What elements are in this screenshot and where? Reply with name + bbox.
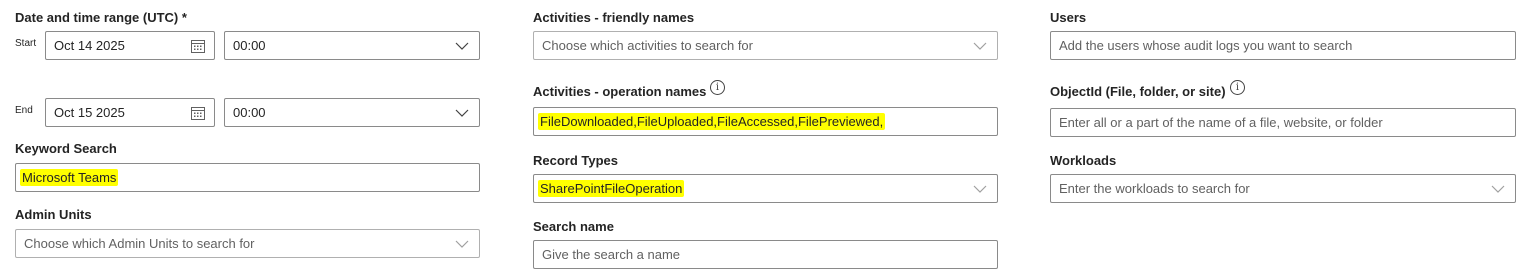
keyword-search-label: Keyword Search: [15, 141, 117, 156]
end-time-value: 00:00: [233, 105, 266, 120]
keyword-search-value: Microsoft Teams: [20, 169, 119, 186]
start-time-dropdown[interactable]: 00:00: [224, 31, 480, 60]
record-types-value: SharePointFileOperation: [538, 180, 685, 197]
start-time-value: 00:00: [233, 38, 266, 53]
workloads-placeholder: Enter the workloads to search for: [1059, 181, 1250, 196]
admin-units-label: Admin Units: [15, 207, 92, 222]
activities-operation-input[interactable]: FileDownloaded,FileUploaded,FileAccessed…: [533, 107, 998, 136]
chevron-down-icon: [455, 109, 469, 117]
keyword-search-input[interactable]: Microsoft Teams: [15, 163, 480, 192]
workloads-dropdown[interactable]: Enter the workloads to search for: [1050, 174, 1516, 203]
users-label: Users: [1050, 10, 1087, 25]
info-icon[interactable]: i: [1230, 80, 1245, 95]
users-input[interactable]: Add the users whose audit logs you want …: [1050, 31, 1516, 60]
chevron-down-icon: [973, 42, 987, 50]
search-name-label: Search name: [533, 219, 614, 234]
object-id-label: ObjectId (File, folder, or site): [1050, 84, 1226, 99]
activities-friendly-placeholder: Choose which activities to search for: [542, 38, 753, 53]
end-time-dropdown[interactable]: 00:00: [224, 98, 480, 127]
chevron-down-icon: [973, 185, 987, 193]
admin-units-placeholder: Choose which Admin Units to search for: [24, 236, 255, 251]
date-range-label: Date and time range (UTC) *: [15, 10, 187, 25]
users-placeholder: Add the users whose audit logs you want …: [1059, 38, 1353, 53]
search-name-placeholder: Give the search a name: [542, 247, 681, 262]
end-date-field[interactable]: Oct 15 2025: [45, 98, 215, 127]
info-icon[interactable]: i: [710, 80, 725, 95]
activities-friendly-dropdown[interactable]: Choose which activities to search for: [533, 31, 998, 60]
activities-friendly-label: Activities - friendly names: [533, 10, 695, 25]
start-date-field[interactable]: Oct 14 2025: [45, 31, 215, 60]
end-date-value: Oct 15 2025: [54, 105, 125, 120]
chevron-down-icon: [455, 42, 469, 50]
chevron-down-icon: [455, 240, 469, 248]
calendar-icon[interactable]: [190, 38, 206, 54]
search-name-input[interactable]: Give the search a name: [533, 240, 998, 269]
record-types-label: Record Types: [533, 153, 619, 168]
calendar-icon[interactable]: [190, 105, 206, 121]
record-types-dropdown[interactable]: SharePointFileOperation: [533, 174, 998, 203]
object-id-placeholder: Enter all or a part of the name of a fil…: [1059, 115, 1383, 130]
start-date-value: Oct 14 2025: [54, 38, 125, 53]
activities-operation-value: FileDownloaded,FileUploaded,FileAccessed…: [538, 113, 886, 130]
chevron-down-icon: [1491, 185, 1505, 193]
start-label: Start: [15, 38, 37, 49]
workloads-label: Workloads: [1050, 153, 1117, 168]
activities-operation-label: Activities - operation names: [533, 84, 707, 99]
admin-units-dropdown[interactable]: Choose which Admin Units to search for: [15, 229, 480, 258]
object-id-input[interactable]: Enter all or a part of the name of a fil…: [1050, 108, 1516, 137]
end-label: End: [15, 105, 33, 116]
